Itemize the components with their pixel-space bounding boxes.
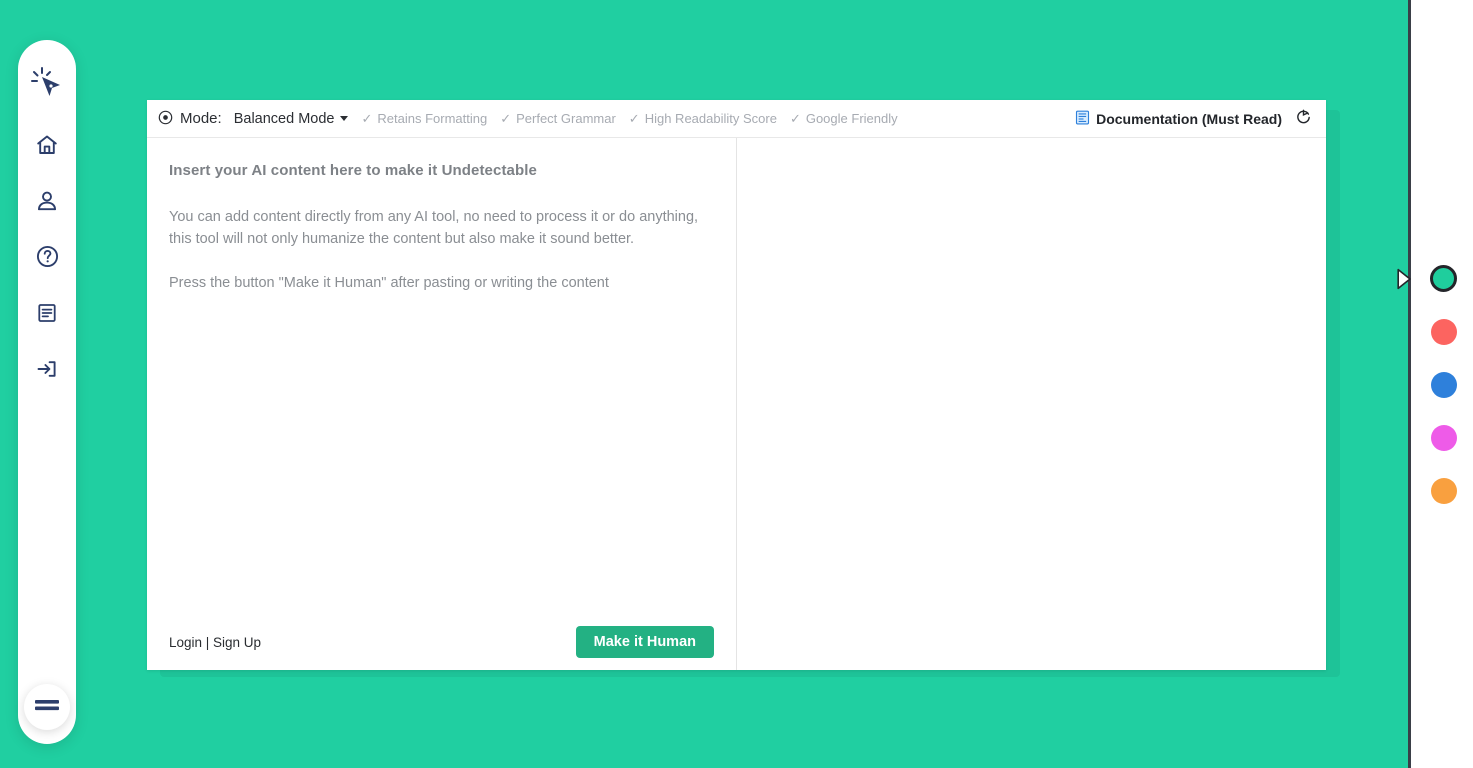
mode-label: Mode: bbox=[180, 110, 222, 127]
sidebar-item-documentation[interactable] bbox=[30, 301, 64, 329]
editor-placeholder-title: Insert your AI content here to make it U… bbox=[169, 162, 537, 179]
feature-label: Google Friendly bbox=[805, 111, 898, 126]
chevron-down-icon bbox=[340, 116, 349, 121]
color-swatch-orange[interactable] bbox=[1430, 478, 1457, 504]
swatch-stack bbox=[1411, 265, 1473, 504]
color-swatch-magenta[interactable] bbox=[1430, 425, 1457, 451]
question-circle-icon bbox=[35, 244, 60, 274]
mode-select-dropdown[interactable]: Balanced Mode bbox=[234, 111, 349, 127]
hamburger-menu-icon bbox=[34, 697, 60, 718]
feature-google-friendly: ✓ Google Friendly bbox=[790, 111, 898, 126]
sidebar-item-login[interactable] bbox=[30, 357, 64, 385]
sidebar-item-home[interactable] bbox=[30, 133, 64, 161]
feature-perfect-grammar: ✓ Perfect Grammar bbox=[500, 111, 616, 126]
sidebar-nav bbox=[30, 133, 64, 385]
editor-placeholder-paragraph-1: You can add content directly from any AI… bbox=[169, 209, 699, 247]
home-icon bbox=[35, 133, 59, 162]
color-swatch-blue[interactable] bbox=[1430, 372, 1457, 398]
chevron-right-icon[interactable] bbox=[1397, 268, 1413, 290]
feature-retains-formatting: ✓ Retains Formatting bbox=[361, 111, 487, 126]
refresh-icon bbox=[1295, 109, 1312, 129]
editor-input[interactable]: Insert your AI content here to make it U… bbox=[147, 138, 736, 614]
sidebar-item-account[interactable] bbox=[30, 189, 64, 217]
output-pane[interactable] bbox=[737, 138, 1326, 670]
documentation-label: Documentation (Must Read) bbox=[1096, 110, 1282, 127]
radio-dot-icon bbox=[158, 110, 173, 128]
sidebar-item-help[interactable] bbox=[30, 245, 64, 273]
hamburger-menu-button[interactable] bbox=[24, 684, 70, 730]
mode-group: Mode: Balanced Mode bbox=[158, 110, 349, 128]
theme-color-panel bbox=[1397, 0, 1473, 768]
toolbar-right-group: Documentation (Must Read) bbox=[1075, 109, 1312, 129]
color-swatch-green[interactable] bbox=[1430, 265, 1457, 292]
editor-footer: Login | Sign Up Make it Human bbox=[147, 614, 736, 670]
card-body: Insert your AI content here to make it U… bbox=[147, 138, 1326, 670]
feature-label: Retains Formatting bbox=[377, 111, 488, 126]
check-icon: ✓ bbox=[789, 111, 801, 126]
check-icon: ✓ bbox=[500, 111, 512, 126]
document-icon bbox=[35, 301, 59, 330]
make-it-human-button[interactable]: Make it Human bbox=[575, 626, 714, 658]
check-icon: ✓ bbox=[361, 111, 373, 126]
left-sidebar bbox=[18, 40, 76, 744]
feature-label: High Readability Score bbox=[644, 111, 777, 126]
check-icon: ✓ bbox=[628, 111, 640, 126]
mode-value: Balanced Mode bbox=[233, 110, 335, 127]
editor-pane: Insert your AI content here to make it U… bbox=[147, 138, 737, 670]
humanizer-app-card: Mode: Balanced Mode ✓ Retains Formatting… bbox=[147, 100, 1326, 670]
color-swatch-red[interactable] bbox=[1430, 319, 1457, 345]
editor-placeholder-paragraph-2: Press the button "Make it Human" after p… bbox=[169, 275, 609, 291]
auth-links[interactable]: Login | Sign Up bbox=[169, 635, 261, 650]
user-icon bbox=[35, 189, 59, 218]
feature-label: Perfect Grammar bbox=[516, 111, 616, 126]
blue-document-icon bbox=[1075, 110, 1090, 128]
feature-high-readability-score: ✓ High Readability Score bbox=[629, 111, 777, 126]
toolbar: Mode: Balanced Mode ✓ Retains Formatting… bbox=[147, 100, 1326, 138]
documentation-link[interactable]: Documentation (Must Read) bbox=[1075, 110, 1282, 128]
cursor-click-icon[interactable] bbox=[27, 62, 67, 104]
reset-button[interactable] bbox=[1295, 109, 1312, 129]
login-arrow-icon bbox=[35, 357, 59, 386]
